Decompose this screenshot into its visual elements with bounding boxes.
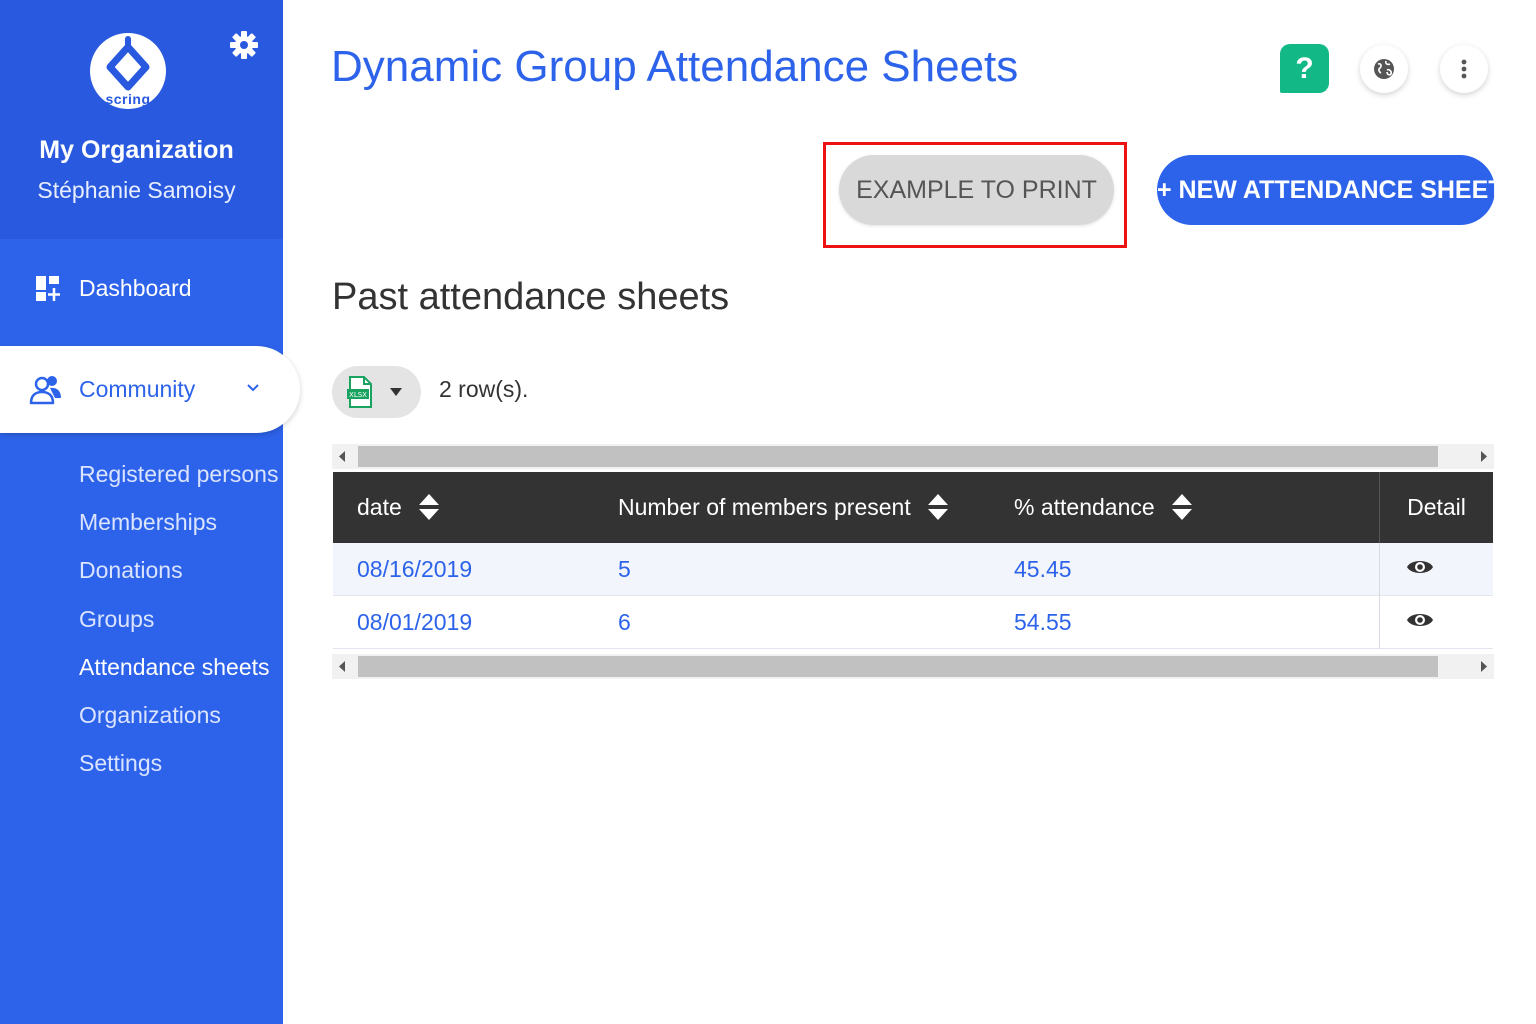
sidebar-item-community[interactable]: Community (0, 346, 300, 433)
scroll-right-icon[interactable] (1480, 451, 1488, 462)
page-title: Dynamic Group Attendance Sheets (331, 42, 1019, 91)
sidebar-item-label: Community (79, 376, 196, 402)
scroll-right-icon[interactable] (1480, 661, 1488, 672)
svg-text:XLSX: XLSX (349, 391, 367, 399)
chevron-down-icon (247, 384, 259, 392)
sidebar-subitem-donations[interactable]: Donations (79, 553, 278, 601)
more-vertical-icon (1461, 59, 1467, 79)
table-row: 08/01/2019 6 54.55 (333, 596, 1493, 649)
caret-down-icon (390, 388, 402, 396)
column-header-detail: Detail (1379, 472, 1493, 543)
help-icon: ? (1295, 52, 1314, 85)
table-header: date Number of members present % attenda… (333, 472, 1493, 543)
xlsx-icon: XLSX (347, 376, 372, 408)
sidebar-subitem-memberships[interactable]: Memberships (79, 505, 278, 553)
organization-name: My Organization (39, 136, 234, 164)
horizontal-scrollbar-bottom[interactable] (332, 654, 1494, 679)
community-subnav: Registered persons Memberships Donations… (79, 457, 278, 794)
gear-icon[interactable] (229, 30, 259, 60)
sidebar-subitem-groups[interactable]: Groups (79, 602, 278, 650)
column-header-attendance[interactable]: % attendance (1014, 472, 1193, 543)
example-to-print-button[interactable]: EXAMPLE TO PRINT (839, 155, 1114, 225)
sidebar: scring My Organization Stéphanie Samoisy… (0, 0, 300, 1024)
sidebar-item-label: Dashboard (79, 275, 192, 301)
cell-members: 6 (618, 609, 631, 635)
cell-attendance: 45.45 (1014, 556, 1072, 582)
cell-detail (1379, 596, 1493, 649)
scroll-left-icon[interactable] (338, 451, 346, 462)
column-label: % attendance (1014, 494, 1155, 520)
eye-icon[interactable] (1406, 557, 1434, 577)
cell-date[interactable]: 08/16/2019 (357, 543, 472, 596)
help-button[interactable]: ? (1280, 44, 1329, 93)
dashboard-icon (36, 276, 60, 301)
sidebar-item-dashboard[interactable]: Dashboard (0, 262, 283, 318)
sort-icon (928, 493, 949, 520)
column-label: date (357, 494, 402, 520)
scroll-left-icon[interactable] (338, 661, 346, 672)
community-icon (29, 376, 61, 405)
app-logo[interactable]: scring (90, 33, 166, 109)
section-title: Past attendance sheets (332, 276, 730, 318)
scrollbar-thumb[interactable] (358, 446, 1438, 467)
table-row: 08/16/2019 5 45.45 (333, 543, 1493, 596)
sidebar-subitem-organizations[interactable]: Organizations (79, 698, 278, 746)
column-header-date[interactable]: date (357, 472, 440, 543)
sidebar-subitem-settings[interactable]: Settings (79, 746, 278, 794)
sidebar-header: scring My Organization Stéphanie Samoisy (0, 0, 283, 239)
language-button[interactable] (1360, 45, 1408, 93)
column-header-members[interactable]: Number of members present (618, 472, 949, 543)
more-options-button[interactable] (1440, 45, 1488, 93)
user-name: Stéphanie Samoisy (37, 177, 236, 203)
cell-detail (1379, 543, 1493, 596)
new-attendance-sheet-button[interactable]: + NEW ATTENDANCE SHEET (1157, 155, 1504, 225)
cell-members: 5 (618, 556, 631, 582)
eye-icon[interactable] (1406, 610, 1434, 630)
sidebar-subitem-registered-persons[interactable]: Registered persons (79, 457, 278, 505)
column-label: Number of members present (618, 494, 911, 520)
cell-date[interactable]: 08/01/2019 (357, 596, 472, 649)
attendance-table: date Number of members present % attenda… (333, 472, 1493, 649)
globe-icon (1374, 59, 1394, 79)
cell-attendance: 54.55 (1014, 609, 1072, 635)
logo-text: scring (105, 91, 151, 107)
row-count: 2 row(s). (439, 376, 529, 402)
scrollbar-thumb[interactable] (358, 656, 1438, 677)
sort-icon (1172, 493, 1193, 520)
export-xlsx-button[interactable]: XLSX (332, 366, 421, 418)
sidebar-subitem-attendance-sheets[interactable]: Attendance sheets (79, 650, 278, 698)
horizontal-scrollbar-top[interactable] (332, 444, 1494, 469)
sort-icon (419, 493, 440, 520)
